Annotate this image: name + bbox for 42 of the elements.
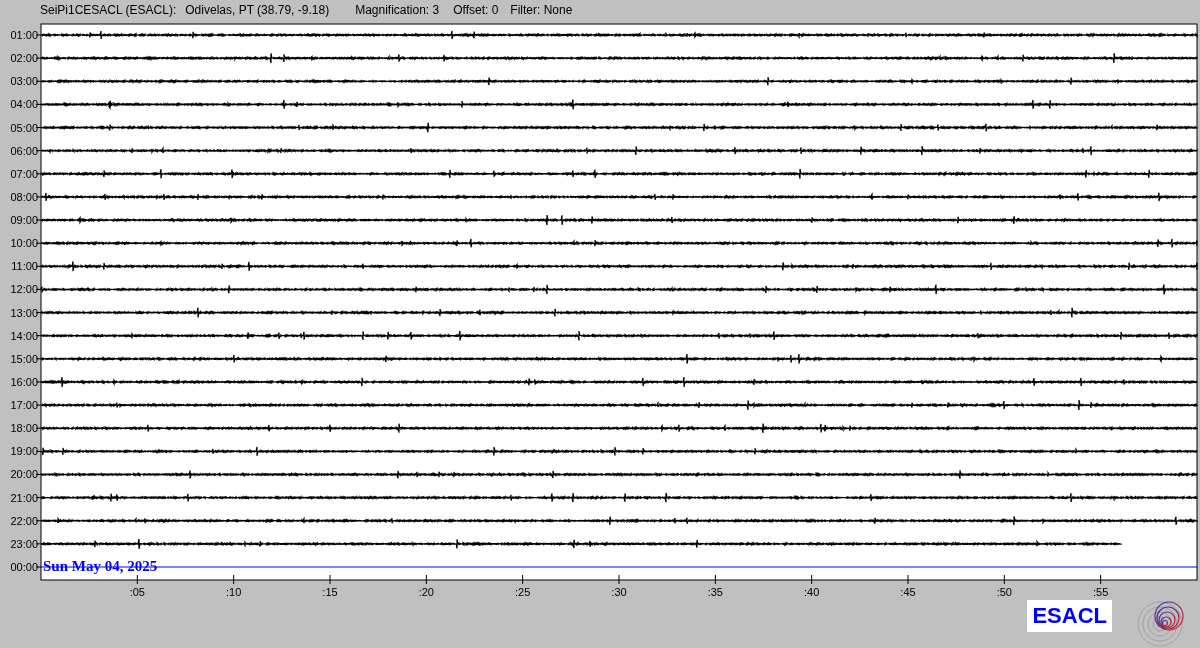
logo-badge: ESACL: [1027, 600, 1112, 632]
hour-label: 04:00: [10, 98, 38, 111]
hour-label: 00:00: [10, 561, 38, 573]
magnification-text: Magnification: 3: [355, 3, 440, 17]
date-label: Sun May 04, 2025: [43, 558, 158, 574]
hour-label: 15:00: [10, 352, 38, 365]
hour-label: 03:00: [10, 75, 38, 88]
minute-label: :50: [996, 586, 1012, 598]
hour-label: 10:00: [10, 237, 38, 250]
hour-label: 08:00: [10, 190, 38, 203]
offset-text: Offset: 0: [453, 3, 499, 17]
hour-label: 13:00: [10, 306, 38, 319]
minute-label: :35: [707, 586, 723, 598]
filter-text: Filter: None: [510, 3, 573, 17]
hour-label: 19:00: [10, 445, 38, 458]
minute-label: :40: [804, 586, 820, 598]
hour-label: 22:00: [10, 514, 38, 527]
hour-label: 18:00: [10, 422, 38, 435]
station-name: SeiPi1CESACL (ESACL):: [40, 3, 177, 17]
minute-label: :20: [418, 586, 434, 598]
minute-label: :15: [322, 586, 338, 598]
minute-label: :10: [226, 586, 242, 598]
hour-label: 07:00: [10, 167, 38, 180]
hour-label: 01:00: [10, 29, 38, 41]
hour-label: 02:00: [10, 52, 38, 65]
hour-label: 11:00: [11, 260, 38, 273]
hour-label: 14:00: [10, 329, 38, 342]
hour-label: 20:00: [10, 468, 38, 481]
hour-label: 06:00: [10, 144, 38, 157]
hour-label: 09:00: [10, 214, 38, 227]
location-text: Odivelas, PT (38.79, -9.18): [185, 3, 330, 17]
minute-label: :45: [900, 586, 916, 598]
hour-label: 21:00: [10, 491, 38, 504]
minute-label: :05: [129, 586, 145, 598]
hour-label: 12:00: [10, 283, 38, 296]
hour-label: 17:00: [10, 399, 38, 412]
hour-label: 05:00: [10, 121, 38, 134]
minute-label: :30: [611, 586, 627, 598]
hour-label: 23:00: [10, 537, 38, 550]
minute-label: :55: [1093, 586, 1109, 598]
minute-label: :25: [515, 586, 531, 598]
hour-label: 16:00: [10, 375, 38, 388]
